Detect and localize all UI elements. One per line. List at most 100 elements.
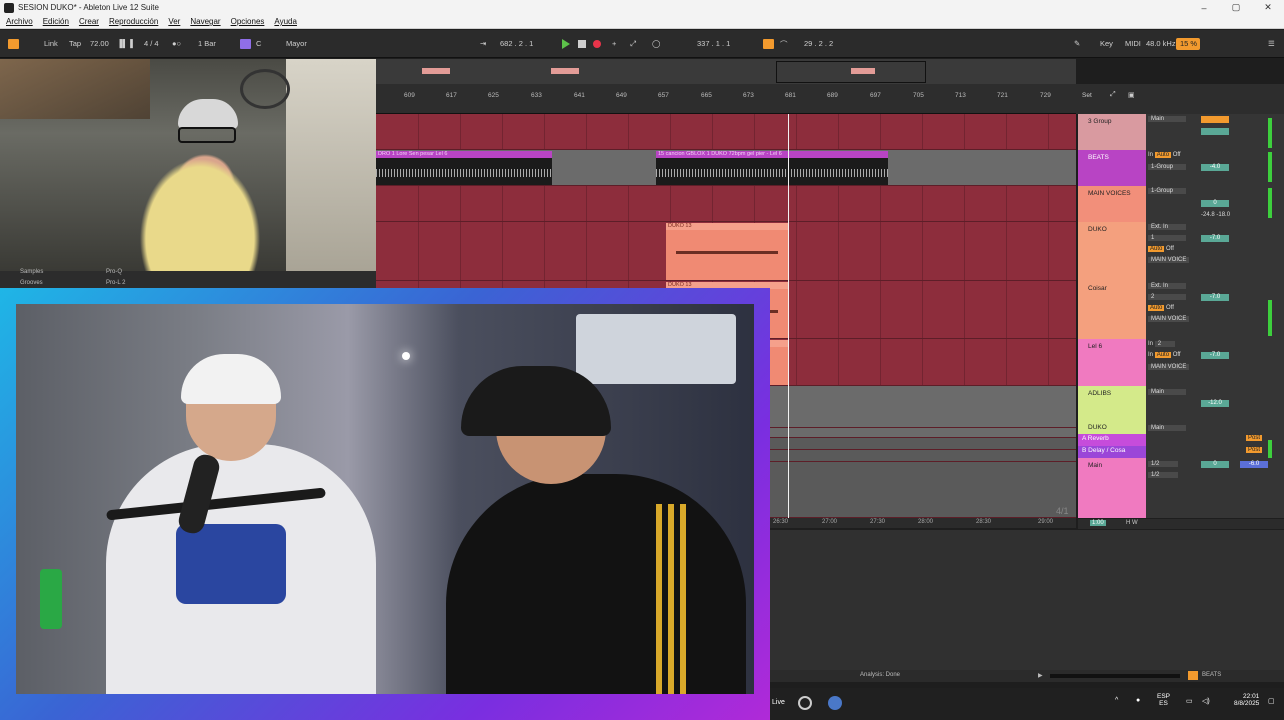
quantize-select[interactable]: 1 Bar — [198, 39, 216, 48]
follow-icon[interactable]: ⇥ — [480, 39, 486, 48]
mixer-input-main[interactable]: 1/2 — [1148, 461, 1178, 467]
device-view[interactable] — [770, 530, 1284, 670]
mixer-out-adlibs[interactable]: Main — [1148, 389, 1186, 395]
live-taskbar-label[interactable]: Live — [772, 699, 785, 706]
scale-select[interactable]: Mayor — [286, 39, 307, 48]
overview-viewport[interactable] — [776, 61, 926, 83]
mixer-out-duko-2[interactable]: Main — [1148, 425, 1186, 431]
close-button[interactable]: ✕ — [1252, 0, 1284, 15]
metronome-icon[interactable]: ●○ — [172, 39, 181, 48]
track-header-duko-2[interactable]: DUKO — [1078, 424, 1146, 434]
mixer-monitor-coisar[interactable]: Auto Off — [1148, 305, 1174, 311]
track-header-reverb[interactable]: A Reverb — [1078, 434, 1146, 446]
mixer-out-lel6[interactable]: MAIN VOICE — [1148, 364, 1190, 370]
menu-reproduccion[interactable]: Reproducción — [109, 17, 158, 26]
mixer-input-duko[interactable]: Ext. In — [1148, 224, 1186, 230]
language-indicator[interactable]: ESP ES — [1157, 693, 1170, 707]
tempo-field[interactable]: 72.00 — [90, 39, 109, 48]
maximize-button[interactable]: ▢ — [1220, 0, 1252, 15]
mixer-monitor-lel6[interactable]: In Auto Off — [1148, 352, 1181, 358]
mixer-out-duko[interactable]: MAIN VOICE — [1148, 257, 1190, 263]
mixer-monitor-duko[interactable]: Auto Off — [1148, 246, 1174, 252]
mixer-out-coisar[interactable]: MAIN VOICE — [1148, 316, 1190, 322]
audio-clip-duko[interactable]: DUKO 13 — [666, 223, 788, 280]
key-select[interactable]: C — [256, 39, 261, 48]
mixer-channel-duko[interactable]: 1 — [1148, 235, 1186, 241]
main-volume-field[interactable]: -6.0 — [1240, 461, 1268, 468]
browser-item[interactable]: Pro-L 2 — [106, 280, 125, 286]
post-button-reverb[interactable]: Post — [1246, 435, 1263, 441]
track-activator[interactable] — [1201, 116, 1229, 123]
menu-icon[interactable]: ☰ — [1268, 39, 1275, 48]
stop-button[interactable] — [578, 40, 586, 48]
key-map-button[interactable]: Key — [1100, 39, 1113, 48]
beat-ruler[interactable]: 609 617 625 633 641 649 657 665 673 681 … — [376, 84, 1076, 114]
time-ruler[interactable]: 26:30 27:00 27:30 28:00 28:30 29:00 — [770, 518, 1076, 528]
menu-navegar[interactable]: Navegar — [190, 17, 220, 26]
mixer-out-main[interactable]: 1/2 — [1148, 472, 1178, 478]
mixer-out-beats[interactable]: 1-Group — [1148, 164, 1186, 170]
volume-field[interactable]: 0 — [1201, 461, 1229, 468]
track-lane-group[interactable] — [376, 114, 1076, 150]
browser-item[interactable]: Pro-Q — [106, 269, 122, 275]
link-button[interactable]: Link — [44, 39, 58, 48]
menu-edicion[interactable]: Edición — [43, 17, 69, 26]
pencil-icon[interactable]: ✎ — [1074, 39, 1080, 48]
track-header-duko[interactable]: DUKO — [1078, 222, 1146, 281]
loop-toggle-icon[interactable] — [763, 39, 774, 49]
mixer-out-main-voices[interactable]: 1-Group — [1148, 188, 1186, 194]
volume-icon[interactable]: ◁) — [1202, 697, 1210, 705]
mixer-input-coisar[interactable]: Ext. In — [1148, 283, 1186, 289]
track-header-main-voices[interactable]: MAIN VOICES — [1078, 186, 1146, 222]
tray-chevron-icon[interactable]: ^ — [1115, 697, 1118, 704]
menu-crear[interactable]: Crear — [79, 17, 99, 26]
volume-field[interactable]: 0 — [1201, 200, 1229, 207]
browser-toggle-icon[interactable] — [8, 39, 19, 49]
network-icon[interactable]: ▭ — [1186, 697, 1193, 705]
lock-icon[interactable]: ▣ — [1128, 91, 1135, 99]
draw-mode-icon[interactable]: ⤢ — [630, 39, 636, 49]
arrangement-position[interactable]: 682 . 2 . 1 — [500, 39, 533, 48]
menu-ayuda[interactable]: Ayuda — [274, 17, 297, 26]
mixer-channel-lel6[interactable]: In 2 — [1148, 341, 1175, 347]
volume-field[interactable]: -7.0 — [1201, 294, 1229, 301]
minimize-button[interactable]: – — [1188, 0, 1220, 15]
mixer-input-beats[interactable]: In Auto Off — [1148, 152, 1181, 158]
microphone-icon[interactable]: ● — [1136, 697, 1140, 704]
zoom-field[interactable]: 1:00 — [1090, 520, 1106, 526]
track-header-delay[interactable]: B Delay / Cosa — [1078, 446, 1146, 458]
add-icon[interactable]: + — [612, 39, 616, 48]
volume-field[interactable]: -7.0 — [1201, 352, 1229, 359]
track-header-main[interactable]: Main — [1078, 458, 1146, 518]
volume-field[interactable]: -7.0 — [1201, 235, 1229, 242]
menu-opciones[interactable]: Opciones — [231, 17, 265, 26]
preview-bar[interactable] — [1050, 674, 1180, 678]
playhead[interactable] — [788, 114, 789, 528]
audio-clip-beats-1[interactable]: DRO 1 Lore Sen pesar Lel 6 — [376, 151, 552, 185]
loop-start-field[interactable]: 337 . 1 . 1 — [697, 39, 730, 48]
set-button[interactable]: Set — [1082, 92, 1092, 99]
volume-field[interactable]: -4.0 — [1201, 164, 1229, 171]
loop-length-field[interactable]: 29 . 2 . 2 — [804, 39, 833, 48]
track-header-coisar[interactable]: Coisar — [1078, 281, 1146, 339]
play-preview-icon[interactable]: ▶ — [1038, 672, 1043, 679]
browser-samples[interactable]: Samples — [20, 269, 43, 275]
punch-icon[interactable]: ⌒ — [780, 39, 788, 50]
track-header-lel6[interactable]: Lel 6 — [1078, 339, 1146, 386]
mixer-out-group[interactable]: Main — [1148, 116, 1186, 122]
play-button[interactable] — [562, 39, 570, 49]
audio-clip-beats-2[interactable]: 15 cancion GBLOX 1 DUKO 72bpm gel pier -… — [656, 151, 888, 185]
menu-archivo[interactable]: Archivo — [6, 17, 33, 26]
track-header-adlibs[interactable]: ADLIBS — [1078, 386, 1146, 428]
post-button-delay[interactable]: Post — [1246, 447, 1263, 453]
settings-icon[interactable] — [828, 696, 842, 710]
volume-field[interactable]: -12.0 — [1201, 400, 1229, 407]
scale-mode-icon[interactable] — [240, 39, 251, 49]
record-button[interactable] — [593, 40, 601, 48]
notification-icon[interactable]: ▢ — [1268, 697, 1275, 705]
arrangement-overview[interactable] — [376, 59, 1076, 84]
hw-toggle[interactable]: H W — [1126, 520, 1138, 526]
volume-field[interactable] — [1201, 128, 1229, 135]
tap-button[interactable]: Tap — [69, 39, 81, 48]
browser-grooves[interactable]: Grooves — [20, 280, 43, 286]
